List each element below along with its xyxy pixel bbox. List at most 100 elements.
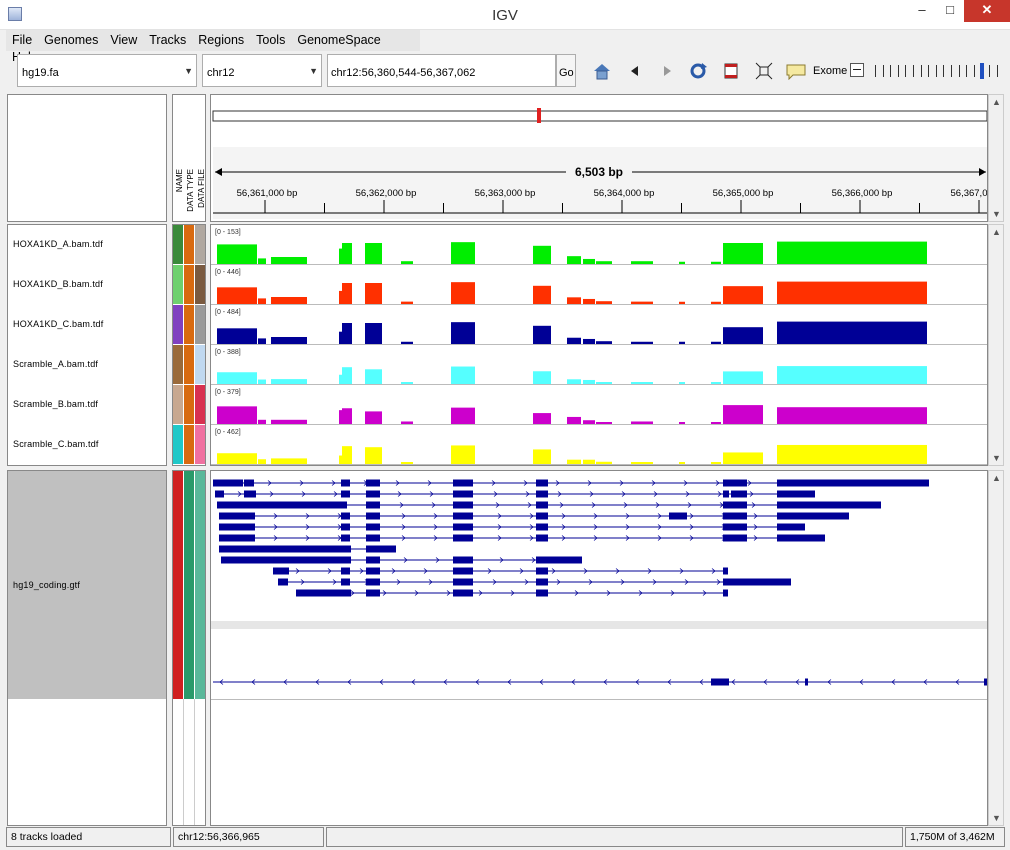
attr-header-data-type[interactable]: DATA TYPE <box>186 169 195 212</box>
attribute-swatch[interactable] <box>184 471 194 699</box>
attribute-swatch[interactable] <box>173 265 183 304</box>
menu-file[interactable]: File <box>6 30 38 47</box>
attribute-swatch[interactable] <box>195 265 205 304</box>
maximize-button[interactable]: □ <box>936 0 964 22</box>
attribute-swatch[interactable] <box>184 305 194 344</box>
feature-track-name[interactable]: hg19_coding.gtf <box>13 580 80 590</box>
exon-block[interactable] <box>244 479 254 487</box>
menu-tools[interactable]: Tools <box>250 30 291 47</box>
track-name-0[interactable]: HOXA1KD_A.bam.tdf <box>13 239 103 249</box>
data-scrollbar[interactable]: ▲ ▼ <box>988 224 1004 466</box>
attribute-swatch[interactable] <box>184 345 194 384</box>
exon-block[interactable] <box>669 512 687 520</box>
menu-tracks[interactable]: Tracks <box>143 30 192 47</box>
scroll-down-icon[interactable]: ▼ <box>992 813 1001 823</box>
track-name-3[interactable]: Scramble_A.bam.tdf <box>13 359 98 369</box>
attribute-swatch[interactable] <box>195 225 205 264</box>
menu-genomes[interactable]: Genomes <box>38 30 104 47</box>
exon-block[interactable] <box>536 534 548 542</box>
attribute-swatch[interactable] <box>173 385 183 424</box>
exon-block[interactable] <box>453 589 473 597</box>
home-icon[interactable] <box>592 62 612 80</box>
exon-block[interactable] <box>723 567 728 575</box>
attribute-swatch[interactable] <box>173 305 183 344</box>
ruler-icon[interactable] <box>721 62 741 80</box>
zoom-tick[interactable] <box>958 65 960 77</box>
exon-block[interactable] <box>536 490 548 498</box>
attribute-swatch[interactable] <box>173 425 183 464</box>
refresh-icon[interactable] <box>688 62 708 80</box>
exon-block[interactable] <box>366 512 380 520</box>
exon-block[interactable] <box>366 501 380 509</box>
zoom-slider[interactable] <box>873 63 1007 79</box>
exon-block[interactable] <box>723 578 791 586</box>
zoom-tick[interactable] <box>966 65 968 77</box>
minimize-button[interactable]: – <box>908 0 936 22</box>
exon-block[interactable] <box>366 578 380 586</box>
exon-block[interactable] <box>536 479 548 487</box>
exon-block[interactable] <box>273 567 289 575</box>
exon-block[interactable] <box>366 556 380 564</box>
zoom-tick[interactable] <box>935 65 937 77</box>
zoom-tick[interactable] <box>943 65 945 77</box>
track-name-1[interactable]: HOXA1KD_B.bam.tdf <box>13 279 103 289</box>
forward-icon[interactable] <box>657 62 677 80</box>
feature-track-panel[interactable] <box>210 470 988 826</box>
ruler-scrollbar[interactable]: ▲ ▼ <box>988 94 1004 222</box>
zoom-tick[interactable] <box>996 65 998 77</box>
chromosome-ideogram[interactable] <box>212 110 988 122</box>
zoom-tick[interactable] <box>875 65 876 77</box>
attribute-swatch[interactable] <box>173 225 183 264</box>
exon-block[interactable] <box>536 523 548 531</box>
scroll-up-icon[interactable]: ▲ <box>992 473 1001 483</box>
exon-block[interactable] <box>341 534 350 542</box>
zoom-tick[interactable] <box>951 65 952 77</box>
zoom-tick[interactable] <box>913 65 914 77</box>
exon-block[interactable] <box>723 589 728 597</box>
scroll-down-icon[interactable]: ▼ <box>992 453 1001 463</box>
exon-block[interactable] <box>536 578 548 586</box>
exon-block[interactable] <box>453 534 473 542</box>
zoom-tick[interactable] <box>890 65 892 77</box>
exon-block[interactable] <box>453 479 473 487</box>
attribute-swatch[interactable] <box>195 471 205 699</box>
exon-block[interactable] <box>536 501 548 509</box>
genome-dropdown[interactable]: hg19.fa ▼ <box>17 54 197 87</box>
exon-block[interactable] <box>453 567 473 575</box>
locus-input[interactable]: chr12:56,360,544-56,367,062 <box>327 54 556 87</box>
exon-block[interactable] <box>731 490 747 498</box>
attribute-swatch[interactable] <box>184 225 194 264</box>
exon-block[interactable] <box>777 501 881 509</box>
zoom-tick[interactable] <box>897 65 899 77</box>
attribute-swatch[interactable] <box>184 385 194 424</box>
exon-block[interactable] <box>453 512 473 520</box>
zoom-out-button[interactable] <box>850 63 864 77</box>
exon-block[interactable] <box>217 501 347 509</box>
region-select-icon[interactable] <box>754 62 774 80</box>
exon-block[interactable] <box>777 523 805 531</box>
popup-text-icon[interactable] <box>785 62 806 81</box>
exon-block[interactable] <box>341 523 350 531</box>
scroll-down-icon[interactable]: ▼ <box>992 209 1001 219</box>
menu-regions[interactable]: Regions <box>192 30 250 47</box>
track-name-2[interactable]: HOXA1KD_C.bam.tdf <box>13 319 103 329</box>
scroll-up-icon[interactable]: ▲ <box>992 97 1001 107</box>
track-name-4[interactable]: Scramble_B.bam.tdf <box>13 399 98 409</box>
zoom-tick[interactable] <box>989 65 990 77</box>
exon-block[interactable] <box>723 512 747 520</box>
exon-block[interactable] <box>244 490 256 498</box>
zoom-tick[interactable] <box>905 65 907 77</box>
exon-block[interactable] <box>723 479 747 487</box>
zoom-tick[interactable] <box>920 65 922 77</box>
close-button[interactable]: ✕ <box>964 0 1010 22</box>
ruler-panel[interactable]: 6,503 bp 56,361,000 bp 56,362,000 bp 56,36… <box>210 94 988 222</box>
exon-block[interactable] <box>777 534 825 542</box>
attribute-swatch[interactable] <box>195 385 205 424</box>
menu-view[interactable]: View <box>104 30 143 47</box>
exon-block[interactable] <box>341 490 350 498</box>
attribute-swatch[interactable] <box>184 425 194 464</box>
exon-block[interactable] <box>366 479 380 487</box>
zoom-tick[interactable] <box>882 65 884 77</box>
attribute-swatch[interactable] <box>173 345 183 384</box>
exon-block[interactable] <box>219 523 255 531</box>
